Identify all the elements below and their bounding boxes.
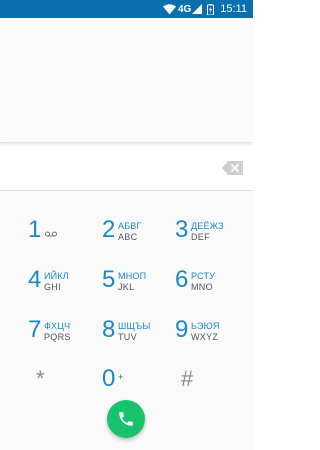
key-latin-letters: DEF: [191, 232, 210, 242]
key-digit: 0: [102, 365, 116, 392]
key-digit: 1: [28, 216, 42, 243]
key-latin-letters: PQRS: [44, 332, 71, 342]
status-bar: 4G 15:11: [0, 0, 253, 18]
key-latin-letters: WXYZ: [191, 332, 219, 342]
call-button[interactable]: [107, 400, 145, 438]
key-latin-letters: ABC: [118, 232, 138, 242]
key-cyrillic-letters: ЬЭЮЯ: [191, 321, 220, 331]
status-icons: 4G 15:11: [162, 2, 247, 16]
key-3[interactable]: 3 ДЕЁЖЗ DEF: [175, 211, 247, 257]
key-digit: 5: [102, 266, 116, 293]
key-cyrillic-letters: ДЕЁЖЗ: [191, 221, 224, 231]
key-latin-letters: TUV: [118, 332, 137, 342]
key-digit: 6: [175, 266, 189, 293]
key-6[interactable]: 6 РСТУ MNO: [175, 261, 247, 307]
key-4[interactable]: 4 ИЙКЛ GHI: [28, 261, 100, 307]
key-1[interactable]: 1: [28, 211, 100, 257]
key-digit: 8: [102, 316, 116, 343]
key-cyrillic-letters: ИЙКЛ: [44, 271, 69, 281]
key-latin-letters: MNO: [191, 282, 213, 292]
key-star[interactable]: *: [36, 360, 108, 406]
key-digit: 9: [175, 316, 189, 343]
voicemail-icon: [45, 231, 57, 237]
status-clock: 15:11: [220, 3, 247, 15]
key-digit: 4: [28, 266, 42, 293]
key-2[interactable]: 2 АБВГ ABC: [102, 211, 174, 257]
key-digit: 2: [102, 216, 116, 243]
battery-icon: [207, 3, 215, 15]
key-0[interactable]: 0 +: [102, 360, 174, 406]
signal-icon: [192, 4, 203, 14]
key-cyrillic-letters: ФХЦЧ: [44, 321, 71, 331]
wifi-icon: [162, 3, 176, 14]
key-cyrillic-letters: РСТУ: [191, 271, 216, 281]
key-8[interactable]: 8 ШЩЪЫ TUV: [102, 311, 174, 357]
key-7[interactable]: 7 ФХЦЧ PQRS: [28, 311, 100, 357]
key-digit: 7: [28, 316, 42, 343]
key-digit: 3: [175, 216, 189, 243]
dialer-screen: 4G 15:11 1 2 АБВГ ABC 3 ДЕЁЖЗ DEF 4 ИЙКЛ…: [0, 0, 253, 450]
key-cyrillic-letters: ШЩЪЫ: [118, 321, 151, 331]
key-latin-letters: JKL: [118, 282, 135, 292]
key-symbol: *: [36, 366, 45, 391]
key-cyrillic-letters: МНОП: [118, 271, 147, 281]
number-display: [0, 146, 253, 191]
key-symbol: #: [181, 366, 194, 391]
key-latin-letters: GHI: [44, 282, 61, 292]
key-cyrillic-letters: АБВГ: [118, 221, 142, 231]
key-5[interactable]: 5 МНОП JKL: [102, 261, 174, 307]
key-9[interactable]: 9 ЬЭЮЯ WXYZ: [175, 311, 247, 357]
backspace-button[interactable]: [222, 160, 244, 176]
key-hash[interactable]: #: [181, 360, 253, 406]
call-suggestions-area: [0, 18, 253, 143]
key-plus-label: +: [118, 372, 124, 382]
phone-icon: [119, 412, 133, 426]
network-type-label: 4G: [177, 3, 192, 15]
dialed-number-field[interactable]: [12, 156, 212, 180]
